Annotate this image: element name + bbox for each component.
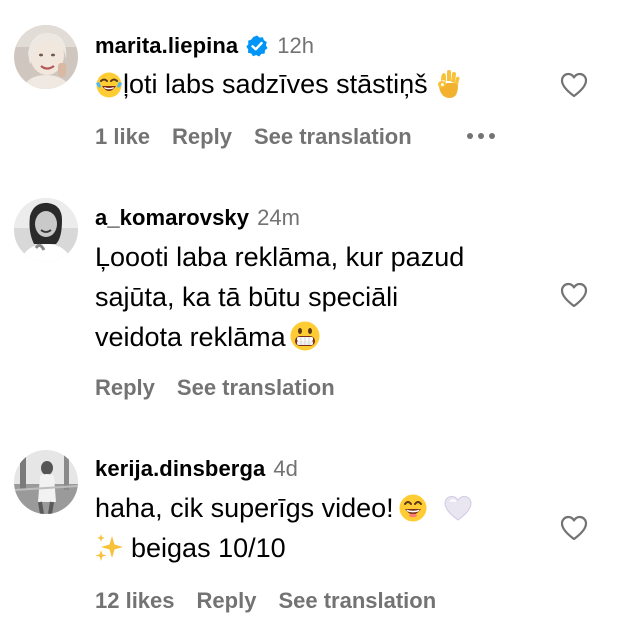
comment-time: 12h [277, 33, 314, 58]
verified-badge-icon [245, 34, 269, 58]
comment-text-line: haha, cik superīgs video! [95, 488, 545, 528]
face-with-tears-of-joy-icon [95, 71, 123, 99]
comment-text-line: sajūta, ka tā būtu speciāli [95, 282, 399, 312]
heart-outline-icon[interactable] [558, 512, 590, 544]
comment-text-body: beigas 10/10 [131, 533, 286, 563]
white-heart-icon [442, 493, 474, 523]
see-translation-button[interactable]: See translation [177, 375, 335, 401]
comment-item: marita.liepina 12h ļoti labs sadzīves st… [0, 0, 620, 170]
likes-count[interactable]: 12 likes [95, 588, 175, 614]
comment-text: haha, cik superīgs video! beigas 10/10 [95, 488, 545, 568]
comment-time: 4d [273, 456, 298, 481]
ok-hand-icon [435, 69, 461, 99]
comment-actions: 1 like Reply See translation [95, 122, 412, 152]
see-translation-button[interactable]: See translation [278, 588, 436, 614]
reply-button[interactable]: Reply [197, 588, 257, 614]
avatar[interactable] [14, 450, 78, 514]
comment-item: kerija.dinsberga 4d haha, cik superīgs v… [0, 445, 620, 644]
comment-text-body: haha, cik superīgs video! [95, 493, 394, 523]
username[interactable]: a_komarovsky [95, 205, 249, 231]
see-translation-button[interactable]: See translation [254, 124, 412, 150]
avatar[interactable] [14, 198, 78, 262]
avatar[interactable] [14, 25, 78, 89]
likes-count[interactable]: 1 like [95, 124, 150, 150]
comment-time: 24m [257, 205, 300, 230]
heart-outline-icon[interactable] [558, 279, 590, 311]
more-horizontal-icon[interactable] [465, 122, 499, 152]
sparkles-icon [95, 533, 125, 563]
username[interactable]: marita.liepina [95, 33, 238, 59]
grimacing-face-icon [289, 320, 321, 352]
comment-actions: Reply See translation [95, 373, 335, 403]
comment-text: Ļoooti laba reklāma, kur pazud sajūta, k… [95, 237, 545, 357]
comment-text-body: ļoti labs sadzīves stāstiņš [123, 69, 428, 99]
comment-text-line: Ļoooti laba reklāma, kur pazud [95, 242, 465, 272]
username[interactable]: kerija.dinsberga [95, 456, 265, 482]
comment-text: ļoti labs sadzīves stāstiņš [95, 64, 545, 104]
comment-text-line: beigas 10/10 [95, 528, 545, 568]
comment-text-line: veidota reklāma [95, 317, 545, 357]
comment-header: kerija.dinsberga 4d [95, 453, 298, 485]
comment-actions: 12 likes Reply See translation [95, 586, 436, 616]
reply-button[interactable]: Reply [95, 375, 155, 401]
reply-button[interactable]: Reply [172, 124, 232, 150]
comment-item: a_komarovsky 24m Ļoooti laba reklāma, ku… [0, 195, 620, 420]
comment-text-body: veidota reklāma [95, 322, 286, 352]
heart-outline-icon[interactable] [558, 69, 590, 101]
comment-header: a_komarovsky 24m [95, 202, 300, 234]
grinning-face-with-smiling-eyes-icon [398, 493, 428, 523]
comment-header: marita.liepina 12h [95, 30, 314, 62]
